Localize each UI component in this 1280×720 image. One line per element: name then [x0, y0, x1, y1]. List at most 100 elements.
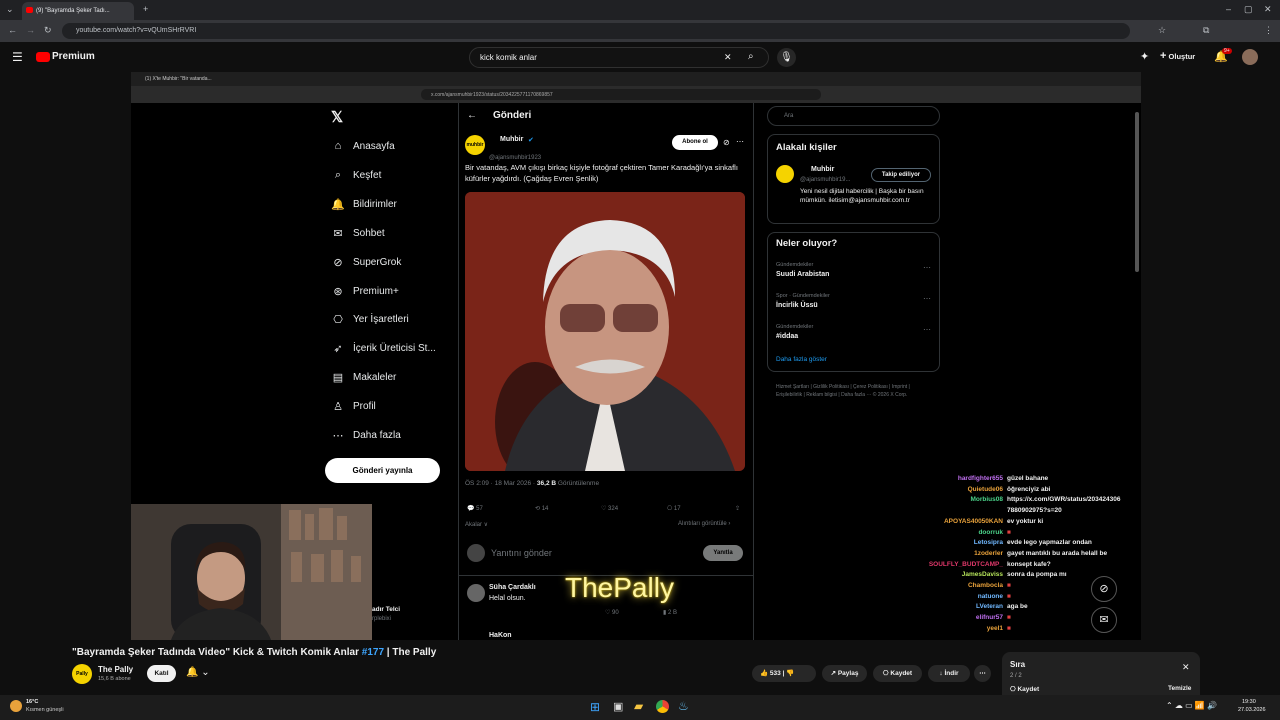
x-search-input[interactable]: Ara	[767, 106, 940, 126]
inner-tab-title: (1) X'te Muhbir: "Bir vatanda...	[145, 76, 212, 82]
bell-dropdown-icon[interactable]: 🔔 ⌄	[186, 667, 210, 678]
shorts-icon[interactable]: ✦	[1140, 50, 1149, 63]
x-nav-item[interactable]: 🔔 Bildirimler	[331, 198, 397, 211]
chat-text: ■	[1007, 614, 1011, 622]
youtube-logo-text[interactable]: Premium	[52, 51, 95, 62]
show-more-link[interactable]: Daha fazla göster	[776, 356, 827, 363]
reply-button[interactable]: Yanıtla	[703, 545, 743, 561]
x-nav-item[interactable]: ♙ Profil	[331, 400, 376, 413]
x-nav-item[interactable]: ➶ İçerik Üreticisi St...	[331, 342, 435, 355]
search-input[interactable]: kick komik anlar ✕ ⌕	[469, 47, 769, 68]
x-nav-label: SuperGrok	[353, 256, 402, 268]
chrome-icon[interactable]	[656, 700, 669, 713]
new-tab-icon[interactable]: +	[143, 5, 148, 14]
reply2-author-name[interactable]: HaKon	[489, 632, 512, 639]
queue-save-button[interactable]: ⎔ Kaydet	[1010, 685, 1039, 693]
x-nav-item[interactable]: ▤ Makaleler	[331, 371, 397, 384]
related-avatar[interactable]	[776, 165, 794, 183]
like-button[interactable]: 👍 533 | 👎	[752, 665, 816, 682]
reply-input[interactable]: Yanıtını gönder	[491, 548, 552, 558]
chat-username: 1zoderler	[974, 549, 1003, 557]
man-portrait-illustration	[465, 192, 745, 471]
share-icon[interactable]: ⇪	[735, 505, 740, 512]
queue-clear-button[interactable]: Temizle	[1168, 685, 1191, 692]
back-icon[interactable]: ←	[8, 26, 17, 35]
video-hashtag[interactable]: #177	[362, 647, 384, 658]
reply-action[interactable]: 💬 57	[467, 505, 483, 512]
menu-dots-icon[interactable]: ⋮	[1264, 26, 1273, 35]
reload-icon[interactable]: ↻	[44, 26, 52, 35]
address-bar[interactable]: youtube.com/watch?v=vQUmSHrRVRI	[62, 23, 1130, 39]
steam-icon[interactable]: ♨	[678, 699, 689, 713]
x-nav-item[interactable]: ⎔ Yer İşaretleri	[331, 313, 409, 326]
related-name[interactable]: Muhbir	[811, 166, 834, 173]
youtube-logo-icon[interactable]	[36, 52, 50, 62]
channel-name[interactable]: The Pally	[98, 665, 133, 674]
subscriber-count: 15,6 B abone	[98, 676, 131, 682]
x-nav-item[interactable]: ⌕ Keşfet	[331, 169, 381, 182]
retweet-action[interactable]: ⟲ 14	[535, 505, 548, 512]
author-avatar[interactable]: muhbir	[465, 135, 485, 155]
file-explorer-icon[interactable]: ▰	[634, 699, 643, 713]
following-button[interactable]: Takip ediliyor	[871, 168, 931, 182]
chat-username: doorruk	[978, 528, 1003, 536]
author-name[interactable]: Muhbir	[500, 136, 523, 143]
x-nav-item[interactable]: ⊘ SuperGrok	[331, 256, 401, 269]
reply-view-count: 2 B	[667, 610, 677, 616]
save-button[interactable]: ⎔ Kaydet	[873, 665, 922, 682]
channel-avatar[interactable]: Pally	[72, 664, 92, 684]
trend-topic[interactable]: İncirlik Üssü	[776, 302, 818, 309]
x-nav-item[interactable]: ⌂ Anasayfa	[331, 140, 395, 152]
view-quotes-link[interactable]: Alıntıları görüntüle ›	[678, 521, 730, 527]
weather-icon[interactable]	[10, 700, 22, 712]
x-nav-item[interactable]: ⊛ Premium+	[331, 285, 398, 298]
inner-toolbar: x.com/ajansmuhbir1923/status/20342257711…	[131, 86, 1141, 103]
more-icon: ⋯	[332, 430, 344, 442]
share-button[interactable]: ↗ Paylaş	[822, 665, 867, 682]
microphone-icon[interactable]: 🎙	[777, 48, 796, 67]
task-view-icon[interactable]: ▣	[613, 700, 623, 713]
inner-scrollbar[interactable]	[1135, 112, 1139, 272]
trend-more-icon[interactable]: ⋯	[923, 325, 931, 334]
x-nav-item[interactable]: ✉ Sohbet	[331, 227, 384, 240]
star-icon[interactable]: ☆	[1158, 26, 1166, 35]
download-button[interactable]: ↓ İndir	[928, 665, 970, 682]
extensions-icon[interactable]: ⧉	[1203, 26, 1209, 35]
trend-topic[interactable]: #iddaa	[776, 333, 798, 340]
search-icon[interactable]: ⌕	[748, 51, 754, 62]
reply-likes[interactable]: ♡ 90	[605, 609, 619, 616]
like-count-yt: 533	[769, 670, 781, 677]
related-link[interactable]: Akalar ∨	[465, 521, 488, 528]
trend-more-icon[interactable]: ⋯	[923, 263, 931, 272]
more-options-icon[interactable]: ⋯	[736, 137, 744, 146]
chat-message: Quietude06 öğrenciyiz abi	[900, 485, 1140, 496]
windows-start-icon[interactable]: ⊞	[590, 700, 600, 714]
trend-more-icon[interactable]: ⋯	[923, 294, 931, 303]
hamburger-icon[interactable]: ☰	[12, 50, 23, 64]
tab-list-icon[interactable]: ⌄	[6, 5, 14, 14]
subscribe-button[interactable]: Abone ol	[672, 135, 718, 150]
post-button[interactable]: Gönderi yayınla	[325, 458, 440, 483]
close-queue-icon[interactable]: ✕	[1182, 662, 1190, 673]
browser-tab[interactable]: (9) "Bayramda Şeker Tadı...	[22, 2, 134, 20]
tweet-photo[interactable]	[465, 192, 745, 471]
x-nav-item[interactable]: ⋯ Daha fazla	[331, 429, 401, 442]
trend-topic[interactable]: Suudi Arabistan	[776, 271, 829, 278]
clear-search-icon[interactable]: ✕	[724, 52, 732, 63]
forward-icon[interactable]: →	[26, 26, 35, 35]
bookmark-action[interactable]: ⎔ 17	[667, 505, 681, 512]
like-action[interactable]: ♡ 324	[601, 505, 618, 512]
grok-icon[interactable]: ⊘	[723, 138, 730, 147]
tray-icons[interactable]: ⌃ ☁ ▭ 📶 🔊	[1166, 701, 1217, 710]
maximize-icon[interactable]: ▢	[1244, 5, 1253, 14]
chat-message: 7880902975?s=20	[900, 506, 1140, 517]
close-window-icon[interactable]: ✕	[1264, 5, 1272, 14]
minimize-icon[interactable]: –	[1226, 5, 1231, 14]
avatar[interactable]	[1242, 49, 1258, 65]
create-button[interactable]: + Oluştur	[1160, 50, 1195, 62]
join-button[interactable]: Katıl	[147, 665, 176, 682]
back-arrow-icon[interactable]: ←	[467, 110, 477, 121]
x-logo-icon[interactable]: 𝕏	[331, 108, 343, 126]
more-actions-icon[interactable]: ⋯	[974, 665, 991, 682]
reply-author-name[interactable]: Süha Çardaklı	[489, 584, 536, 591]
